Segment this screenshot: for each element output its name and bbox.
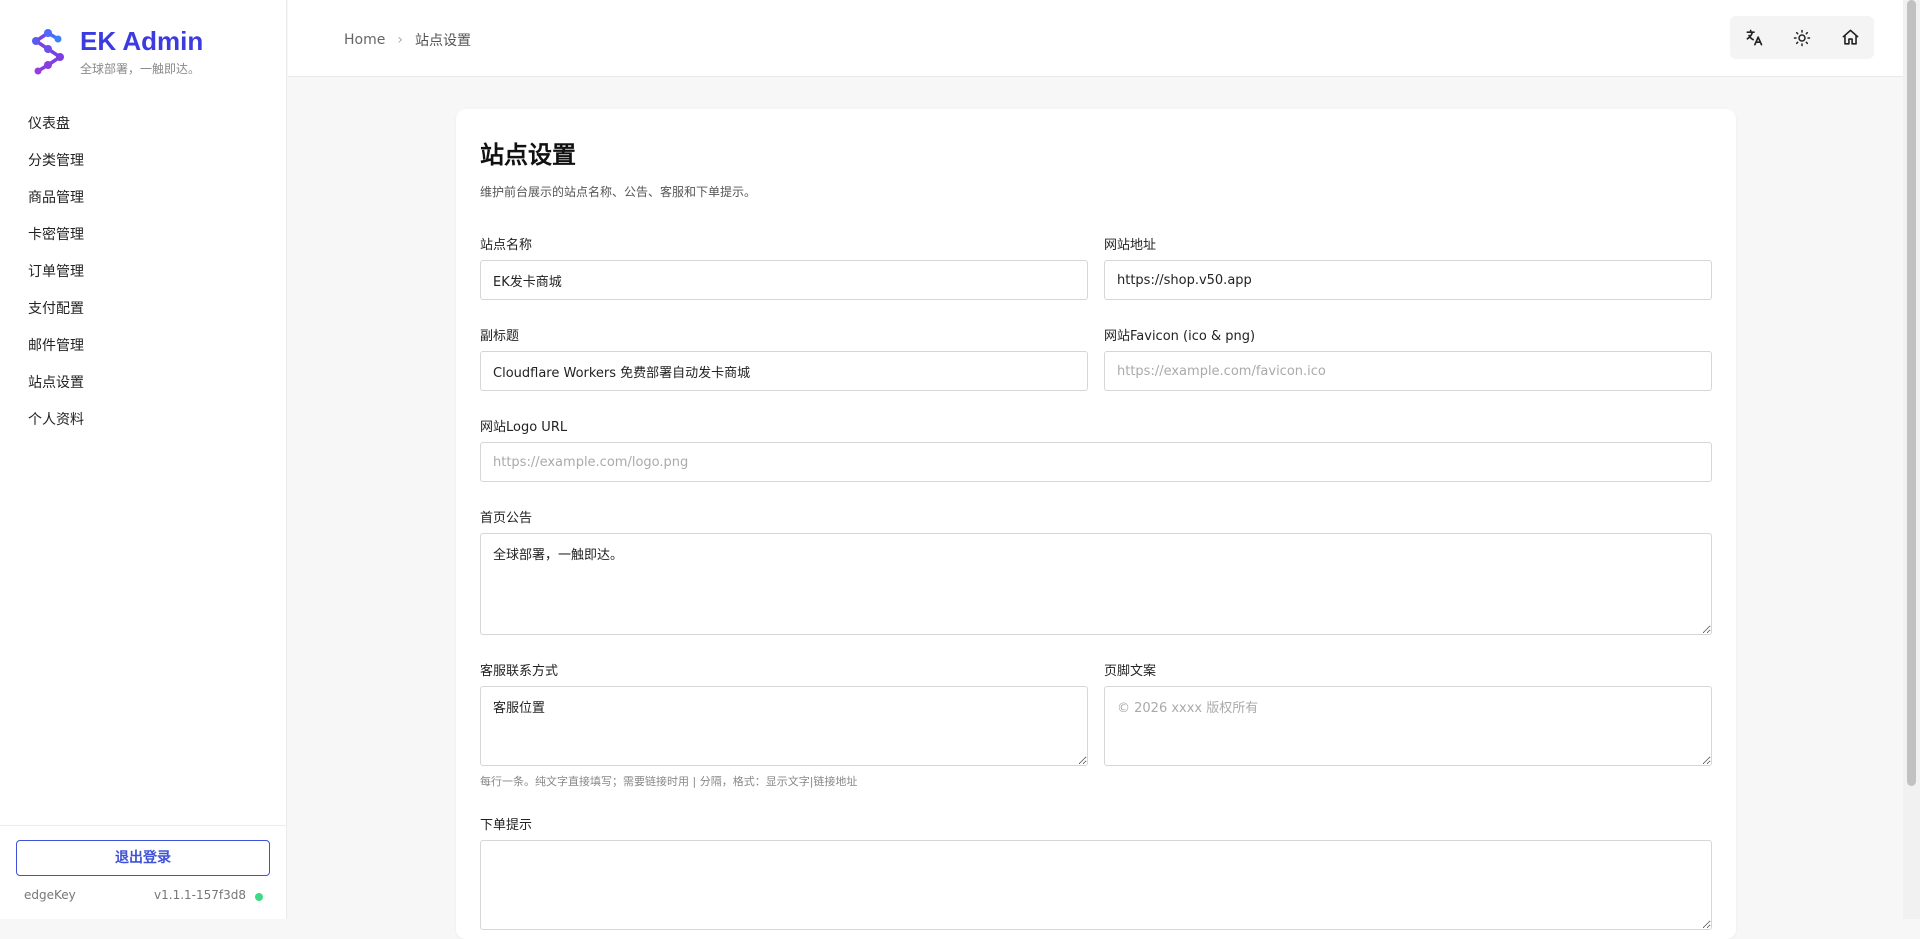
- breadcrumb-current: 站点设置: [414, 33, 471, 49]
- announcement-textarea[interactable]: 全球部署，一触即达。: [480, 533, 1712, 635]
- site-name-label: 站点名称: [480, 238, 533, 253]
- sidebar-item-dashboard[interactable]: 仪表盘: [0, 110, 287, 147]
- sidebar-footer: 退出登录 edgeKey v1.1.1-157f3d8: [0, 825, 287, 919]
- page-description: 维护前台展示的站点名称、公告、客服和下单提示。: [480, 185, 757, 199]
- announcement-label: 首页公告: [480, 511, 533, 526]
- site-settings-card: 站点设置 维护前台展示的站点名称、公告、客服和下单提示。 站点名称 网站地址 副…: [456, 109, 1736, 939]
- order-tip-label: 下单提示: [480, 818, 533, 833]
- page-title: 站点设置: [480, 141, 576, 169]
- header-tools: [1730, 16, 1874, 59]
- sidebar-item-categories[interactable]: 分类管理: [0, 147, 287, 184]
- site-url-input[interactable]: [1104, 260, 1712, 300]
- favicon-label: 网站Favicon (ico & png): [1104, 329, 1256, 344]
- brand: EK Admin 全球部署，一触即达。: [28, 27, 203, 77]
- brand-tagline: 全球部署，一触即达。: [80, 62, 201, 76]
- brand-name: EK Admin: [80, 26, 204, 56]
- brand-logo-icon: [32, 29, 64, 75]
- contact-label: 客服联系方式: [480, 664, 559, 679]
- breadcrumb-home[interactable]: Home: [344, 32, 385, 48]
- sidebar-item-profile[interactable]: 个人资料: [0, 406, 287, 443]
- breadcrumb: Home › 站点设置: [344, 30, 471, 50]
- sidebar-item-card-keys[interactable]: 卡密管理: [0, 221, 287, 258]
- contact-hint: 每行一条。纯文字直接填写；需要链接时用 | 分隔，格式：显示文字|链接地址: [480, 775, 858, 788]
- status-dot-icon: [255, 893, 263, 901]
- chevron-right-icon: ›: [397, 32, 403, 48]
- top-bar: Home › 站点设置: [288, 0, 1903, 77]
- translate-icon: [1746, 29, 1763, 46]
- sidebar: EK Admin 全球部署，一触即达。 仪表盘 分类管理 商品管理 卡密管理 订…: [0, 0, 287, 919]
- subtitle-label: 副标题: [480, 329, 520, 344]
- sun-icon: [1793, 29, 1811, 46]
- sidebar-nav: 仪表盘 分类管理 商品管理 卡密管理 订单管理 支付配置 邮件管理 站点设置 个…: [0, 110, 287, 443]
- sidebar-item-email[interactable]: 邮件管理: [0, 332, 287, 369]
- footer-app-name: edgeKey: [24, 888, 76, 902]
- sidebar-item-site-settings[interactable]: 站点设置: [0, 369, 287, 406]
- logo-url-label: 网站Logo URL: [480, 420, 568, 435]
- favicon-input[interactable]: [1104, 351, 1712, 391]
- theme-toggle-button[interactable]: [1785, 21, 1819, 55]
- order-tip-textarea[interactable]: [480, 840, 1712, 930]
- logout-button[interactable]: 退出登录: [16, 840, 270, 876]
- page-scrollbar[interactable]: [1903, 0, 1920, 919]
- sidebar-item-products[interactable]: 商品管理: [0, 184, 287, 221]
- home-icon: [1842, 29, 1858, 45]
- home-button[interactable]: [1833, 21, 1867, 55]
- site-url-label: 网站地址: [1104, 238, 1157, 253]
- sidebar-item-orders[interactable]: 订单管理: [0, 258, 287, 295]
- footer-text-textarea[interactable]: [1104, 686, 1712, 766]
- logo-url-input[interactable]: [480, 442, 1712, 482]
- scrollbar-thumb[interactable]: [1907, 0, 1916, 786]
- sidebar-item-payment[interactable]: 支付配置: [0, 295, 287, 332]
- subtitle-input[interactable]: [480, 351, 1088, 391]
- footer-text-label: 页脚文案: [1104, 664, 1157, 679]
- version-label: v1.1.1-157f3d8: [154, 888, 246, 902]
- translate-button[interactable]: [1737, 21, 1771, 55]
- site-name-input[interactable]: [480, 260, 1088, 300]
- contact-textarea[interactable]: 客服位置: [480, 686, 1088, 766]
